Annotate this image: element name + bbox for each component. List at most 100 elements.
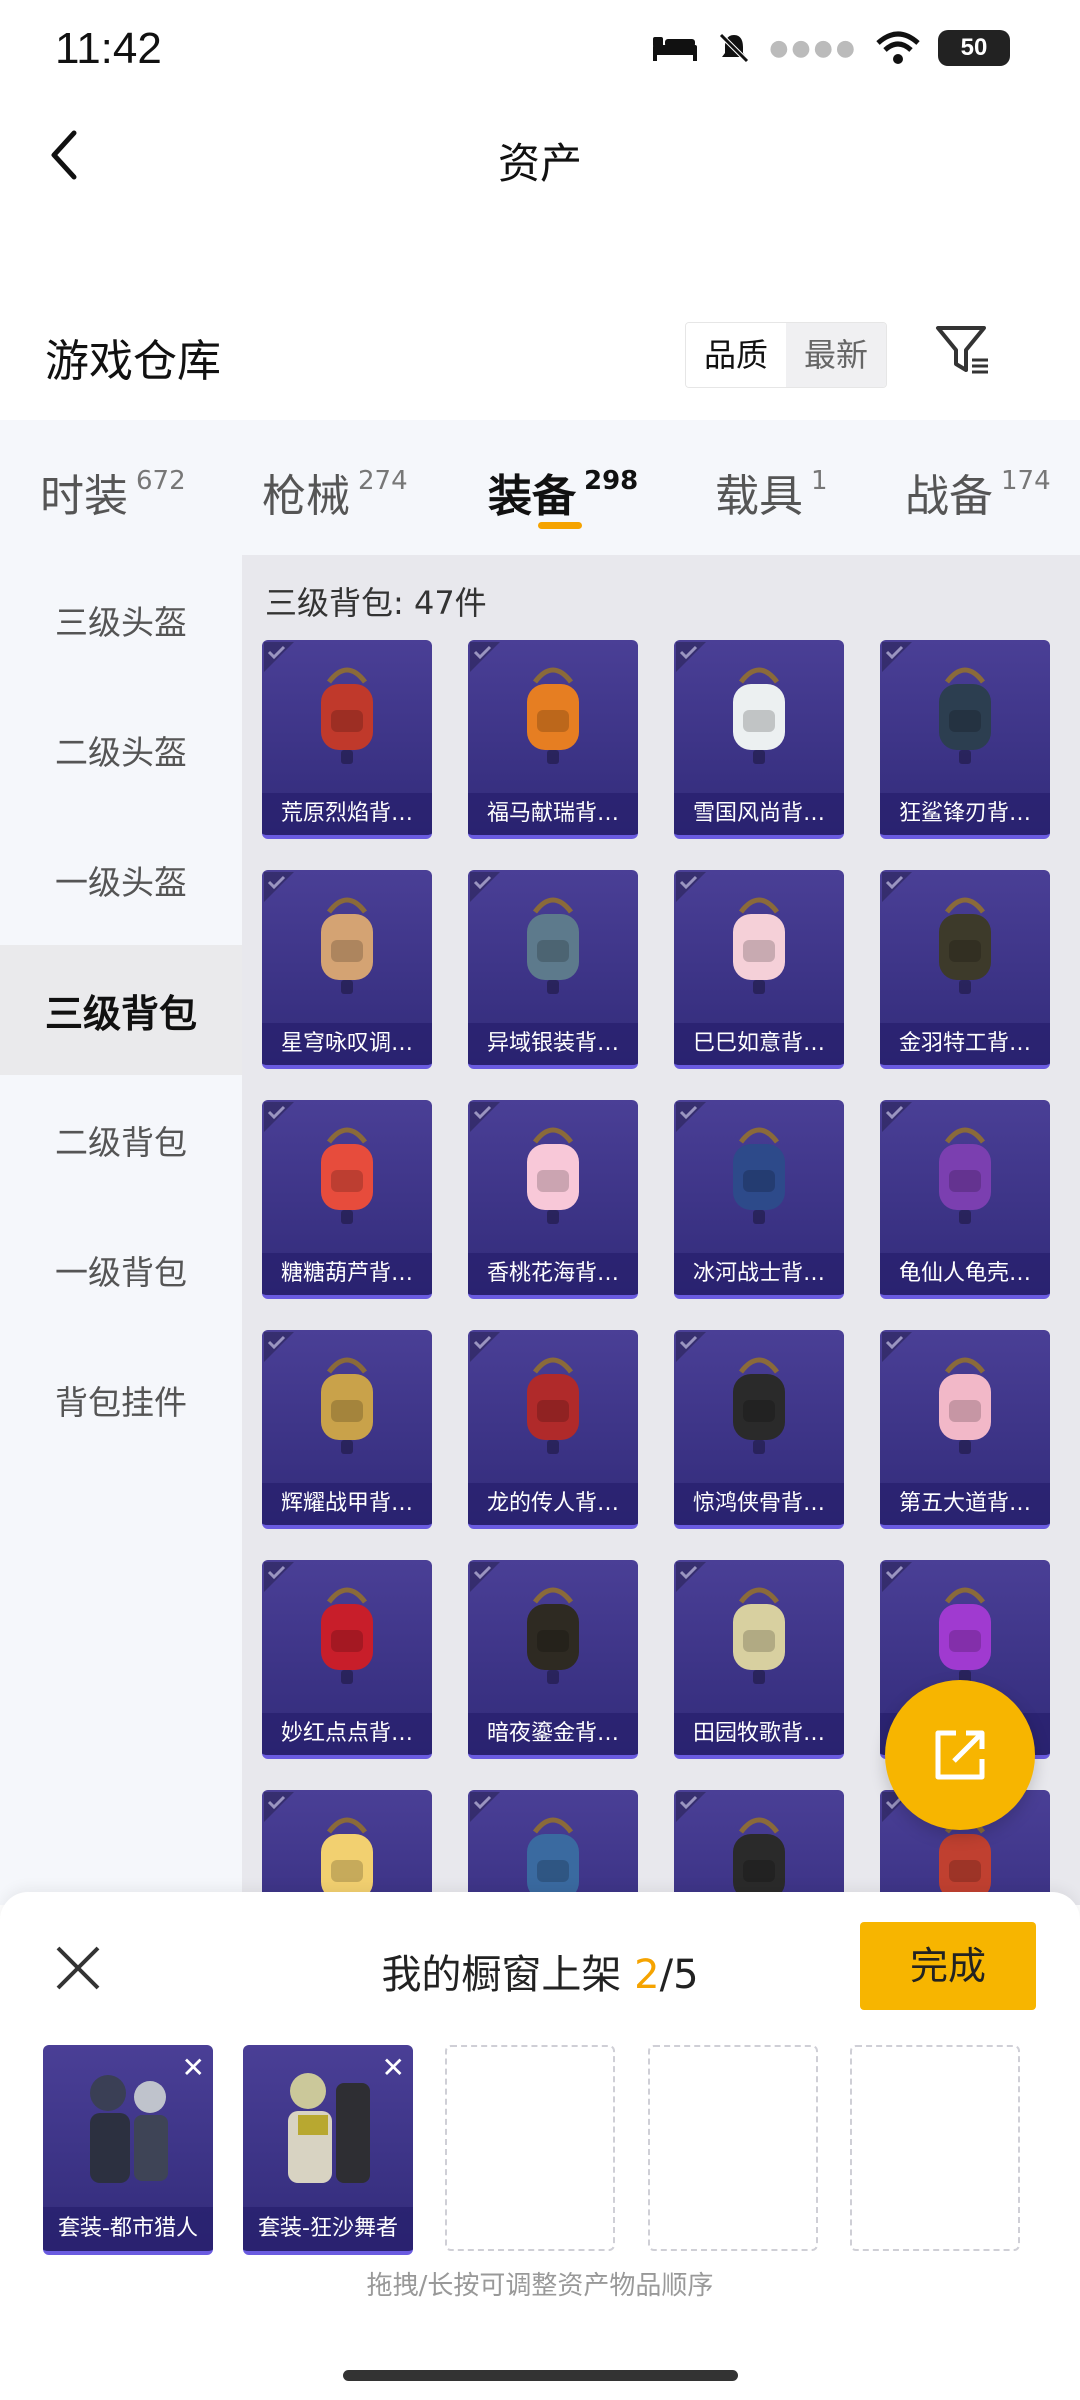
- check-icon: [676, 1332, 706, 1362]
- showcase-title-text: 我的橱窗上架: [381, 1952, 635, 1998]
- check-icon: [882, 642, 912, 672]
- backpack-image: [939, 1357, 991, 1454]
- check-icon: [470, 1792, 500, 1822]
- item-card[interactable]: 荒原烈焰背…: [262, 640, 432, 839]
- check-icon: [882, 1332, 912, 1362]
- share-button[interactable]: [885, 1680, 1035, 1830]
- sort-toggle[interactable]: 品质 最新: [685, 322, 888, 388]
- item-name: 荒原烈焰背…: [262, 793, 432, 835]
- sidebar-item-backpack-3[interactable]: 三级背包: [0, 945, 242, 1075]
- tab-label: 装备: [488, 471, 576, 522]
- sort-quality-button[interactable]: 品质: [686, 323, 787, 387]
- check-icon: [676, 642, 706, 672]
- tab-count: 274: [358, 466, 408, 496]
- tab-label: 载具: [715, 471, 803, 522]
- sidebar-item-helmet-1[interactable]: 一级头盔: [0, 815, 242, 945]
- item-card[interactable]: 妙红点点背…: [262, 1560, 432, 1759]
- item-card[interactable]: 惊鸿侠骨背…: [674, 1330, 844, 1529]
- sidebar-item-helmet-2[interactable]: 二级头盔: [0, 685, 242, 815]
- remove-slot-icon[interactable]: ✕: [182, 2051, 205, 2084]
- done-button[interactable]: 完成: [860, 1922, 1036, 2010]
- backpack-image: [527, 1127, 579, 1224]
- backpack-image: [733, 1127, 785, 1224]
- tab-count: 672: [136, 466, 186, 496]
- item-card[interactable]: 暗夜鎏金背…: [468, 1560, 638, 1759]
- item-name: 金羽特工背…: [880, 1023, 1050, 1065]
- active-tab-indicator: [538, 522, 582, 529]
- remove-slot-icon[interactable]: ✕: [382, 2051, 405, 2084]
- item-name: 田园牧歌背…: [674, 1713, 844, 1755]
- share-icon: [935, 1730, 985, 1780]
- showcase-slot-empty[interactable]: [648, 2045, 818, 2251]
- backpack-image: [527, 897, 579, 994]
- item-card[interactable]: 雪国风尚背…: [674, 640, 844, 839]
- item-card[interactable]: 糖糖葫芦背…: [262, 1100, 432, 1299]
- backpack-image: [527, 667, 579, 764]
- item-card[interactable]: 冰河战士背…: [674, 1100, 844, 1299]
- item-card[interactable]: 田园牧歌背…: [674, 1560, 844, 1759]
- grid-caption: 三级背包: 47件: [265, 584, 487, 622]
- bed-icon: [653, 37, 698, 61]
- item-card[interactable]: 龙的传人背…: [468, 1330, 638, 1529]
- check-icon: [264, 1332, 294, 1362]
- sidebar-item-pendant[interactable]: 背包挂件: [0, 1335, 242, 1465]
- check-icon: [882, 872, 912, 902]
- tab-label: 枪械: [262, 471, 350, 522]
- backpack-image: [733, 1587, 785, 1684]
- item-card[interactable]: 巳巳如意背…: [674, 870, 844, 1069]
- slot-name: 套装-都市猎人: [43, 2207, 213, 2251]
- wifi-icon: [876, 31, 920, 64]
- tab-weapons[interactable]: 枪械 274: [262, 460, 408, 524]
- filter-icon[interactable]: [932, 320, 992, 380]
- tab-count: 298: [584, 466, 639, 496]
- sidebar-item-backpack-2[interactable]: 二级背包: [0, 1075, 242, 1205]
- tab-count: 174: [1001, 466, 1051, 496]
- tab-supplies[interactable]: 战备 174: [905, 460, 1051, 524]
- backpack-image: [939, 1127, 991, 1224]
- tab-label: 战备: [905, 471, 993, 522]
- item-card[interactable]: 香桃花海背…: [468, 1100, 638, 1299]
- backpack-image: [321, 1127, 373, 1224]
- check-icon: [676, 1562, 706, 1592]
- item-card[interactable]: 辉耀战甲背…: [262, 1330, 432, 1529]
- check-icon: [676, 872, 706, 902]
- check-icon: [882, 1562, 912, 1592]
- item-card[interactable]: 异域银装背…: [468, 870, 638, 1069]
- check-icon: [264, 1102, 294, 1132]
- mute-bell-icon: [719, 33, 749, 63]
- item-name: 妙红点点背…: [262, 1713, 432, 1755]
- item-name: 暗夜鎏金背…: [468, 1713, 638, 1755]
- item-card[interactable]: 狂鲨锋刃背…: [880, 640, 1050, 839]
- showcase-slot[interactable]: ✕ 套装-狂沙舞者: [243, 2045, 413, 2255]
- item-card[interactable]: 星穹咏叹调…: [262, 870, 432, 1069]
- item-card[interactable]: 金羽特工背…: [880, 870, 1050, 1069]
- item-name: 巳巳如意背…: [674, 1023, 844, 1065]
- item-card[interactable]: 第五大道背…: [880, 1330, 1050, 1529]
- sort-newest-button[interactable]: 最新: [786, 323, 887, 387]
- item-card[interactable]: 龟仙人龟壳…: [880, 1100, 1050, 1299]
- backpack-image: [939, 1587, 991, 1684]
- sidebar-item-helmet-3[interactable]: 三级头盔: [0, 555, 242, 685]
- item-card[interactable]: 福马献瑞背…: [468, 640, 638, 839]
- showcase-slot[interactable]: ✕ 套装-都市猎人: [43, 2045, 213, 2255]
- check-icon: [676, 1792, 706, 1822]
- battery-icon: 50: [938, 30, 1010, 66]
- showcase-total-count: /5: [659, 1952, 699, 1998]
- tab-vehicles[interactable]: 载具 1: [715, 460, 828, 524]
- showcase-slot-empty[interactable]: [445, 2045, 615, 2251]
- backpack-image: [939, 667, 991, 764]
- item-name: 龟仙人龟壳…: [880, 1253, 1050, 1295]
- backpack-image: [939, 897, 991, 994]
- page-title: 资产: [497, 139, 582, 188]
- sidebar-item-backpack-1[interactable]: 一级背包: [0, 1205, 242, 1335]
- backpack-image: [321, 897, 373, 994]
- tab-fashion[interactable]: 时装 672: [40, 460, 186, 524]
- showcase-slot-empty[interactable]: [850, 2045, 1020, 2251]
- status-time: 11:42: [55, 24, 162, 73]
- item-name: 狂鲨锋刃背…: [880, 793, 1050, 835]
- backpack-image: [321, 1587, 373, 1684]
- item-name: 糖糖葫芦背…: [262, 1253, 432, 1295]
- tab-equipment[interactable]: 装备 298: [488, 460, 638, 524]
- sidebar: 三级头盔 二级头盔 一级头盔 三级背包 二级背包 一级背包 背包挂件: [0, 555, 242, 1905]
- check-icon: [264, 642, 294, 672]
